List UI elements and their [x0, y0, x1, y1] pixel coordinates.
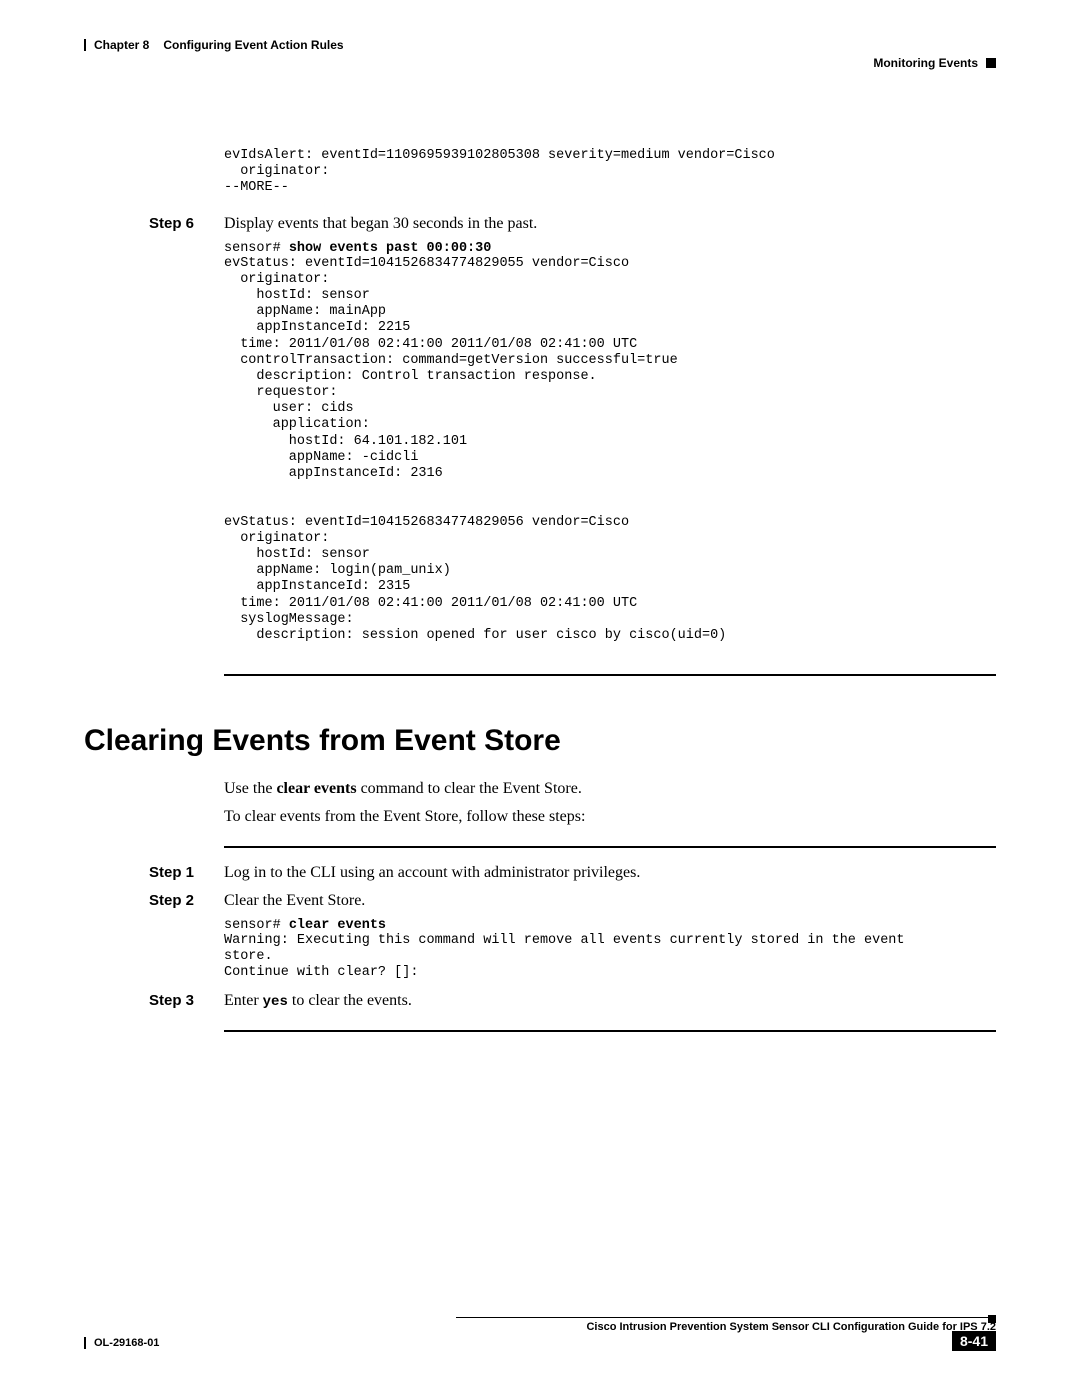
vertical-bar-icon: [84, 39, 86, 51]
intro1-pre: Use the: [224, 780, 276, 797]
intro1-bold: clear events: [276, 780, 356, 797]
section-heading: Clearing Events from Event Store: [84, 724, 996, 758]
steps-divider-bottom: [224, 1030, 996, 1032]
footer-doc-number: OL-29168-01: [94, 1337, 159, 1349]
step-3-cmd: yes: [263, 994, 288, 1010]
step-6-label: Step 6: [149, 215, 224, 233]
page-footer: Cisco Intrusion Prevention System Sensor…: [84, 1317, 996, 1359]
step-1-text: Log in to the CLI using an account with …: [224, 864, 640, 882]
step-2-label: Step 2: [149, 892, 224, 910]
steps-divider-top: [224, 846, 996, 848]
step-6-command: sensor# show events past 00:00:30: [224, 241, 996, 256]
step-6-row: Step 6 Display events that began 30 seco…: [224, 215, 996, 233]
step-6-text: Display events that began 30 seconds in …: [224, 215, 537, 233]
section2-intro2: To clear events from the Event Store, fo…: [224, 808, 996, 826]
step-3-label: Step 3: [149, 992, 224, 1010]
step-2-text: Clear the Event Store.: [224, 892, 365, 910]
intro-code-block: evIdsAlert: eventId=1109695939102805308 …: [224, 148, 996, 197]
step-2-command: sensor# clear events: [224, 918, 996, 933]
step-2-row: Step 2 Clear the Event Store.: [224, 892, 996, 910]
step-6-prompt: sensor#: [224, 241, 289, 256]
footer-left: OL-29168-01: [84, 1337, 159, 1349]
step-2-output: Warning: Executing this command will rem…: [224, 933, 996, 982]
step-2-prompt: sensor#: [224, 918, 289, 933]
step-3-post: to clear the events.: [288, 992, 412, 1009]
footer-rule: [456, 1317, 996, 1318]
chapter-number: Chapter 8: [94, 38, 149, 52]
step-3-pre: Enter: [224, 992, 263, 1009]
intro1-post: command to clear the Event Store.: [357, 780, 582, 797]
step-3-text: Enter yes to clear the events.: [224, 992, 412, 1010]
step-6-output: evStatus: eventId=1041526834774829055 ve…: [224, 256, 996, 645]
page-header: Chapter 8 Configuring Event Action Rules…: [84, 38, 996, 78]
chapter-title: Configuring Event Action Rules: [163, 38, 343, 52]
footer-right: 8-41: [952, 1333, 996, 1351]
section2-intro1: Use the clear events command to clear th…: [224, 780, 996, 798]
step-6-cmd: show events past 00:00:30: [289, 241, 492, 256]
section-divider: [224, 674, 996, 676]
footer-vbar-icon: [84, 1337, 86, 1349]
main-content: evIdsAlert: eventId=1109695939102805308 …: [224, 148, 996, 1032]
step-2-cmd: clear events: [289, 918, 386, 933]
square-marker-icon: [986, 58, 996, 68]
footer-guide-title: Cisco Intrusion Prevention System Sensor…: [586, 1321, 996, 1333]
header-right: Monitoring Events: [873, 56, 996, 70]
step-3-row: Step 3 Enter yes to clear the events.: [224, 992, 996, 1010]
step-1-row: Step 1 Log in to the CLI using an accoun…: [224, 864, 996, 882]
step-1-label: Step 1: [149, 864, 224, 882]
header-left: Chapter 8 Configuring Event Action Rules: [84, 38, 344, 52]
page-number-badge: 8-41: [952, 1331, 996, 1351]
section-name: Monitoring Events: [873, 56, 978, 70]
